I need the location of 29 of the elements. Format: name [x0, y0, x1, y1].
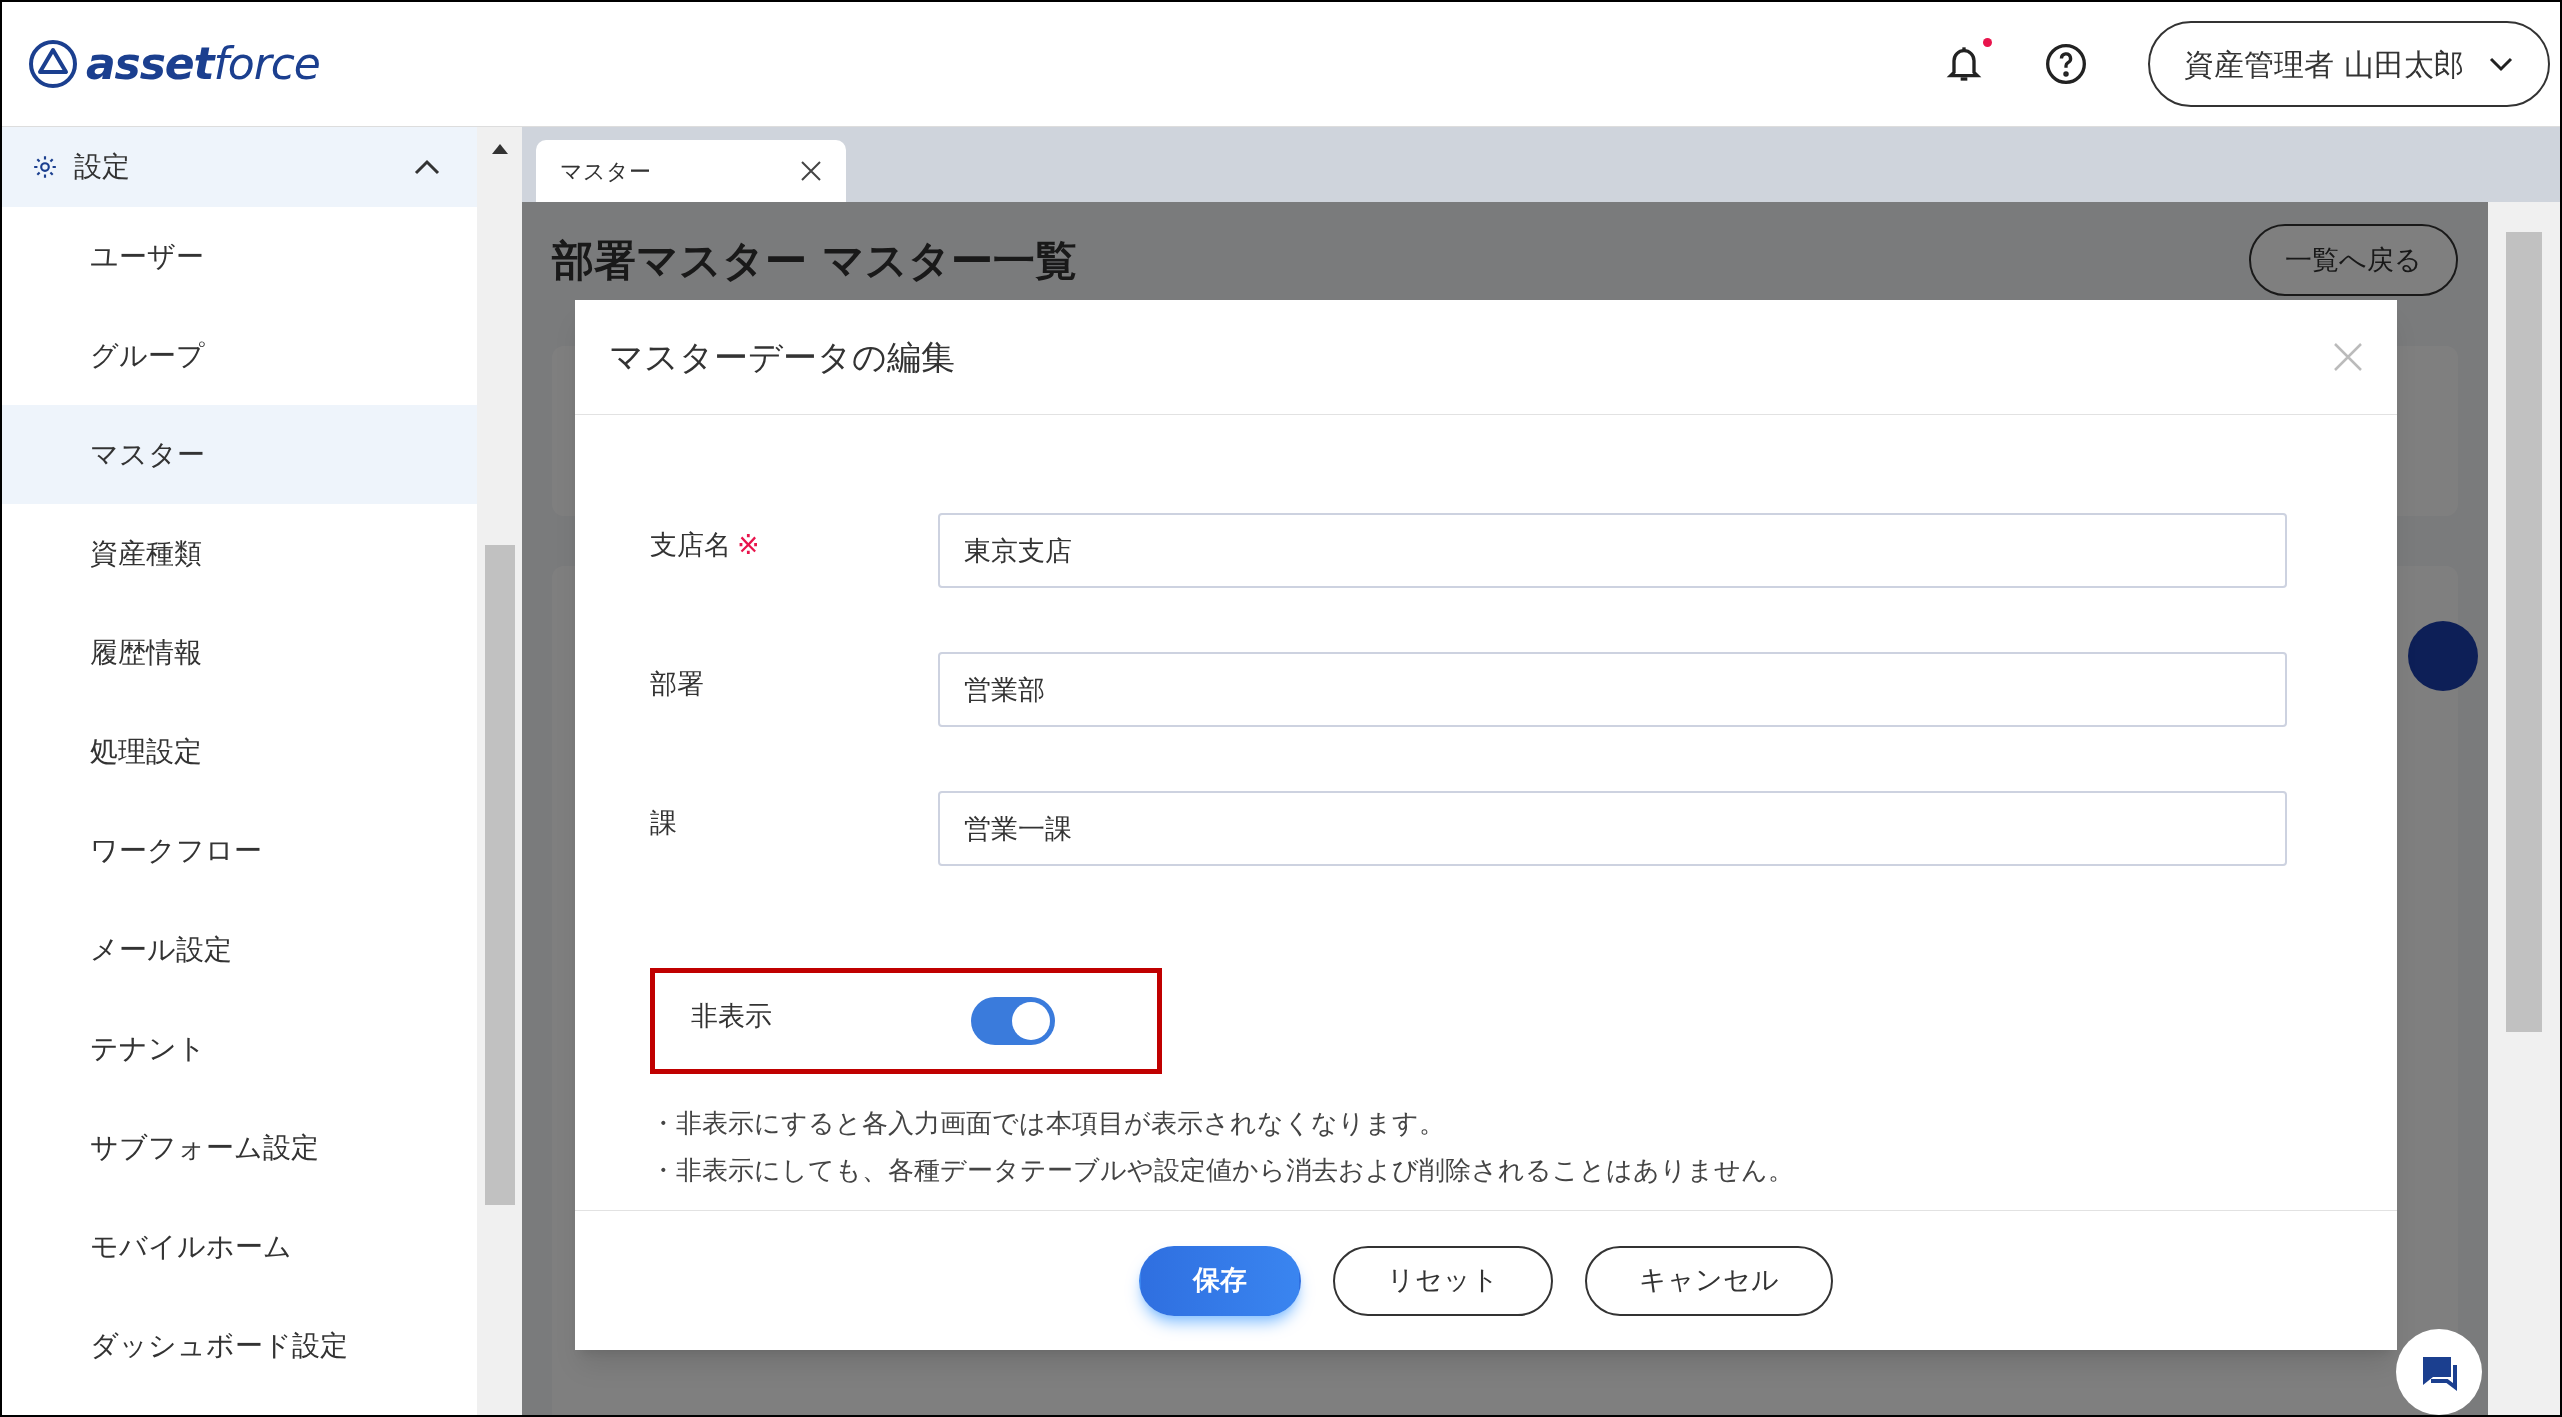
- note-text: ・非表示にすると各入力画面では本項目が表示されなくなります。: [650, 1107, 1446, 1140]
- toggle-switch[interactable]: [971, 997, 1055, 1045]
- tab[interactable]: マスター: [536, 140, 846, 202]
- sidebar-section-header[interactable]: 設定: [2, 127, 477, 207]
- help-icon[interactable]: [2044, 42, 2089, 86]
- back-button[interactable]: 一覧へ戻る: [2249, 224, 2458, 296]
- field-label: 課: [650, 806, 678, 840]
- note-text: ・非表示にしても、各種データテーブルや設定値から消去および削除されることはありません。: [650, 1154, 1795, 1187]
- field-label: 支店名 ※: [650, 528, 761, 562]
- page-title: 部署マスター マスター一覧: [552, 234, 1077, 287]
- text-field[interactable]: 営業一課: [938, 791, 2287, 866]
- required-mark: ※: [737, 529, 760, 560]
- logo-icon: [28, 39, 78, 89]
- close-icon[interactable]: [800, 160, 822, 182]
- scrollbar-thumb[interactable]: [2506, 232, 2542, 1032]
- dialog-button[interactable]: キャンセル: [1585, 1245, 1833, 1316]
- sidebar-item[interactable]: マスター: [2, 405, 477, 504]
- field-label: 部署: [650, 667, 705, 701]
- dialog-button[interactable]: リセット: [1333, 1245, 1553, 1316]
- save-button[interactable]: 保存: [1139, 1245, 1301, 1316]
- chevron-down-icon: [2488, 56, 2514, 72]
- logo-text: assetforce: [86, 42, 320, 86]
- user-menu-button[interactable]: 資産管理者 山田太郎: [2148, 21, 2550, 107]
- toggle-label: 非表示: [691, 998, 773, 1033]
- scrollbar-thumb[interactable]: [484, 545, 515, 1205]
- text-field[interactable]: 東京支店: [938, 513, 2287, 588]
- scroll-up-icon[interactable]: [490, 143, 509, 155]
- text-field[interactable]: 営業部: [938, 652, 2287, 727]
- dialog-title: マスターデータの編集: [609, 335, 955, 379]
